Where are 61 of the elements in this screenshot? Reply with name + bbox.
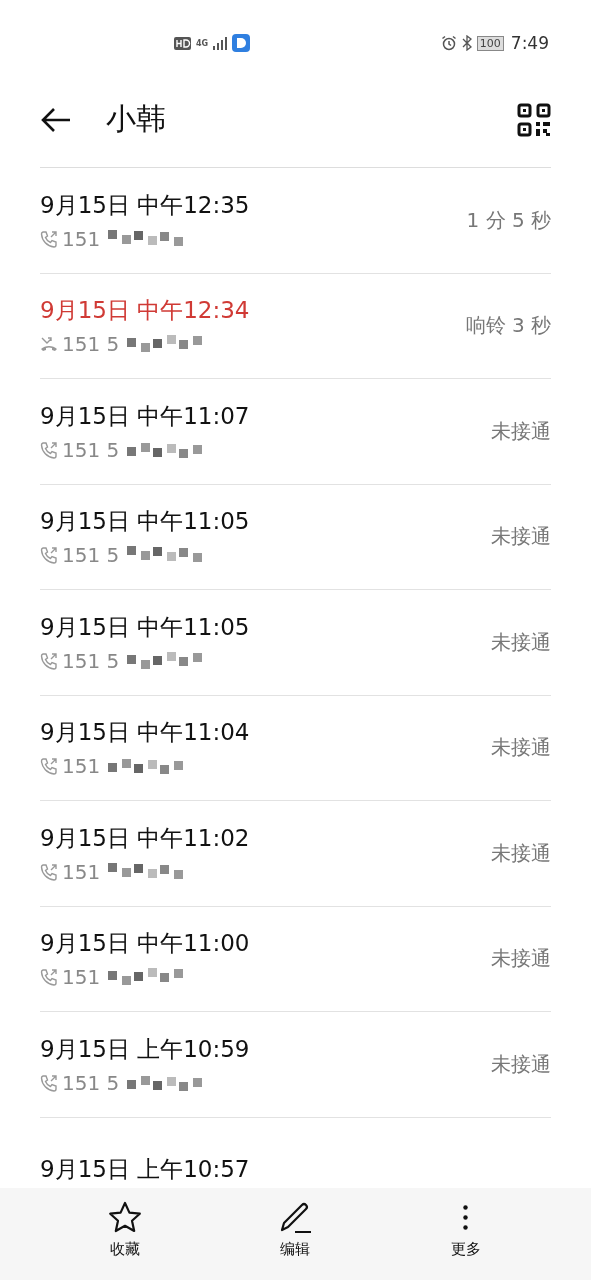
contact-name: 小韩	[106, 100, 167, 138]
call-duration: 未接通	[491, 523, 551, 551]
call-log-item[interactable]: 9月15日 中午11:05 151 5 未接通	[40, 484, 551, 590]
call-log-item[interactable]: 9月15日 中午11:05 151 5 未接通	[40, 590, 551, 696]
call-log-item[interactable]: 9月15日 中午12:35 151 1 分 5 秒	[40, 168, 551, 274]
alarm-icon	[440, 35, 457, 51]
phone-number: 151 5	[62, 543, 120, 568]
back-button[interactable]	[40, 105, 72, 134]
call-duration: 未接通	[491, 839, 551, 867]
call-time: 9月15日 中午11:05	[40, 612, 250, 642]
outgoing-call-icon	[40, 862, 58, 881]
call-log-item[interactable]: 9月15日 中午11:04 151 未接通	[40, 695, 551, 801]
phone-number: 151	[62, 226, 101, 251]
call-duration: 未接通	[491, 628, 551, 656]
call-log-item[interactable]: 9月15日 中午12:34 151 5 响铃 3 秒	[40, 273, 551, 379]
call-duration: 未接通	[491, 417, 551, 445]
call-time: 9月15日 中午11:04	[40, 718, 250, 748]
call-time: 9月15日 上午10:57	[40, 1155, 250, 1185]
outgoing-call-icon	[40, 1073, 58, 1092]
toolbar-button[interactable]: 更多	[415, 1188, 516, 1280]
clock-time: 7:49	[510, 33, 549, 53]
phone-number: 151 5	[62, 332, 120, 357]
outgoing-call-icon	[40, 546, 58, 565]
phone-number: 151 5	[62, 648, 120, 673]
phone-number: 151	[62, 859, 101, 884]
more-icon	[463, 1205, 469, 1230]
call-log-item[interactable]: 9月15日 上午10:59 151 5 未接通	[40, 1012, 551, 1118]
toolbar-button[interactable]: 编辑	[245, 1188, 346, 1280]
call-time: 9月15日 上午10:59	[40, 1034, 250, 1064]
toolbar-button[interactable]: 收藏	[75, 1188, 176, 1280]
bluetooth-icon	[461, 35, 472, 51]
call-log-item[interactable]: 9月15日 中午11:02 151 未接通	[40, 801, 551, 907]
outgoing-call-icon	[40, 968, 58, 987]
phone-number: 151	[62, 965, 101, 990]
phone-number: 151	[62, 754, 101, 779]
phone-number: 151 5	[62, 1070, 120, 1095]
call-duration: 未接通	[491, 734, 551, 762]
outgoing-call-icon	[40, 757, 58, 776]
hd-icon	[174, 36, 191, 50]
app-notification-icon	[232, 34, 251, 52]
missed-call-icon	[40, 335, 58, 354]
call-duration: 1 分 5 秒	[466, 206, 551, 234]
outgoing-call-icon	[40, 229, 58, 248]
outgoing-call-icon	[40, 651, 58, 670]
phone-number: 151 5	[62, 437, 120, 462]
signal-icon	[213, 36, 228, 50]
call-duration: 响铃 3 秒	[465, 312, 551, 340]
call-duration: 未接通	[491, 945, 551, 973]
call-time: 9月15日 中午11:02	[40, 823, 250, 853]
qr-code-button[interactable]	[517, 102, 551, 137]
call-log-item[interactable]: 9月15日 中午11:00 151 未接通	[40, 906, 551, 1012]
call-time: 9月15日 中午11:00	[40, 929, 250, 959]
call-log-item[interactable]: 9月15日 中午11:07 151 5 未接通	[40, 379, 551, 485]
battery-indicator: 100	[476, 35, 504, 51]
call-time: 9月15日 中午12:34	[40, 296, 250, 326]
network-label: 4G	[196, 38, 209, 48]
outgoing-call-icon	[40, 440, 58, 459]
call-time: 9月15日 中午11:07	[40, 401, 250, 431]
call-time: 9月15日 中午11:05	[40, 507, 250, 537]
call-duration: 未接通	[491, 1050, 551, 1078]
call-time: 9月15日 中午12:35	[40, 190, 250, 220]
